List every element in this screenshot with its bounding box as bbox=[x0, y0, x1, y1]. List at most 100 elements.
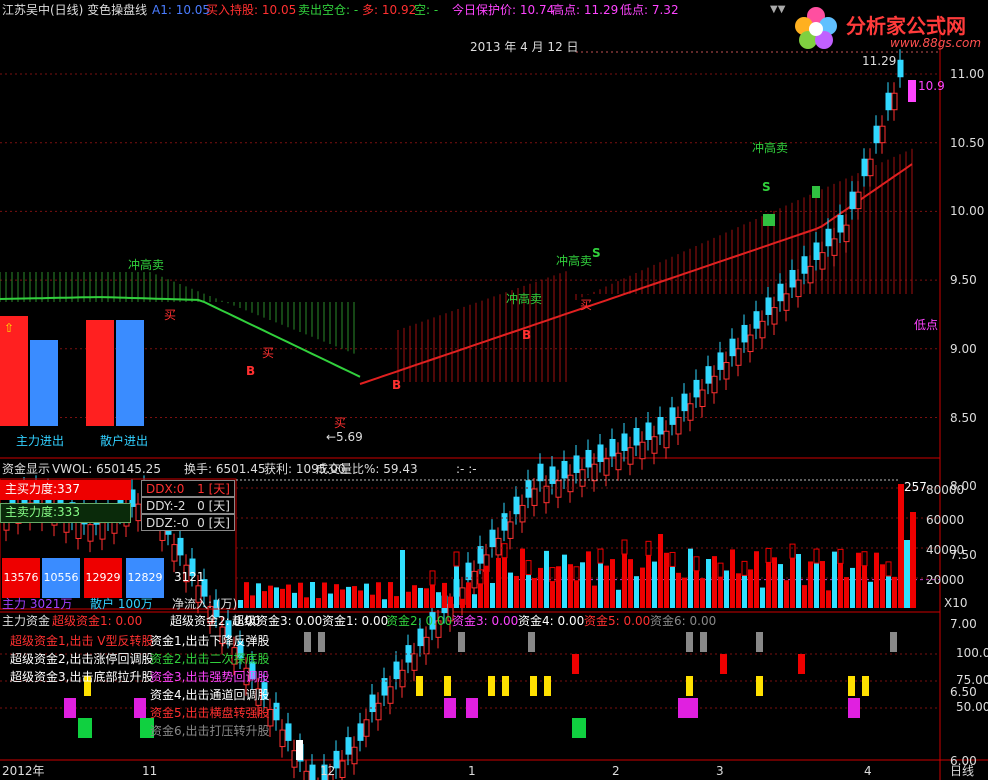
logo-brand: 分析家公式网 bbox=[846, 14, 966, 38]
volume-bar bbox=[562, 554, 567, 608]
candle-body bbox=[477, 546, 484, 564]
fund-header-item: 超级资金1: 0.00 bbox=[52, 614, 143, 628]
net-inflow-label: 净流入: (万) bbox=[172, 597, 238, 611]
volume-bar bbox=[316, 598, 321, 608]
fund-tick: 50.00 bbox=[956, 700, 988, 714]
fund-signal-block bbox=[444, 698, 456, 718]
volume-bar bbox=[682, 577, 687, 608]
period-label[interactable]: 日线 bbox=[950, 764, 974, 778]
volume-bar bbox=[544, 550, 549, 608]
volume-outline bbox=[837, 548, 844, 564]
candle-body bbox=[789, 269, 796, 288]
volume-bar bbox=[322, 582, 327, 608]
signal-label: 冲高卖 bbox=[752, 141, 789, 155]
fund-legend-left: 超级资金2,出击涨停回调股 bbox=[10, 652, 154, 666]
volume-outline bbox=[621, 539, 628, 555]
volume-bar bbox=[838, 563, 843, 608]
fund-signal-block bbox=[848, 676, 855, 696]
fund-signal-block bbox=[798, 654, 805, 674]
volume-outline bbox=[597, 548, 604, 564]
volume-tick: 80000 bbox=[926, 483, 965, 497]
volume-bar bbox=[244, 582, 249, 608]
price-tick: 11.00 bbox=[950, 67, 985, 81]
fund-signal-block bbox=[848, 698, 860, 718]
header-item: 高点: 11.29 bbox=[552, 3, 619, 17]
retail-sell-flow: 12829 bbox=[126, 558, 164, 598]
volume-bar bbox=[340, 589, 345, 608]
header-item: 空: - bbox=[414, 3, 439, 17]
candle-body bbox=[357, 723, 364, 741]
fund-signal-block bbox=[572, 654, 579, 674]
signal-label: S bbox=[762, 180, 771, 194]
candle-body bbox=[693, 379, 700, 398]
candle-body bbox=[99, 522, 106, 540]
volume-bar bbox=[628, 559, 633, 608]
fund-signal-block bbox=[862, 676, 869, 696]
candle-body bbox=[657, 417, 664, 435]
candle-body bbox=[561, 460, 568, 479]
candle-body bbox=[501, 513, 508, 531]
signal-marker bbox=[763, 214, 775, 226]
volume-bar bbox=[652, 561, 657, 608]
candle-body bbox=[609, 438, 616, 457]
date-tick: 11 bbox=[142, 764, 158, 778]
ddx-box: DDX:0 1 [天] bbox=[141, 480, 235, 497]
fund-legend-right: 资金2,出击二次探底股 bbox=[150, 652, 270, 666]
volume-bar bbox=[376, 582, 381, 608]
ddz-days: 0 [天] bbox=[197, 516, 230, 530]
candle-body bbox=[87, 524, 94, 542]
volume-bar bbox=[670, 566, 675, 608]
candle-body bbox=[531, 488, 538, 506]
candle-body bbox=[417, 628, 424, 647]
fund-header-item: 资金4: 0.00 bbox=[518, 614, 585, 628]
candle-body bbox=[777, 283, 784, 302]
fund-signal-block bbox=[686, 632, 693, 652]
volume-bar bbox=[238, 600, 243, 608]
volume-bar bbox=[736, 573, 741, 608]
volume-bar bbox=[592, 585, 597, 608]
volume-bar bbox=[286, 584, 291, 608]
fund-tick: 75.00 bbox=[956, 673, 988, 687]
volume-bar bbox=[514, 575, 519, 608]
price-tick: 8.50 bbox=[950, 410, 977, 425]
signal-label: S bbox=[592, 246, 601, 260]
fund-legend-right: 资金5,出击横盘转强股 bbox=[150, 706, 270, 720]
volume-bar bbox=[310, 582, 315, 608]
candle-body bbox=[843, 224, 850, 243]
header-item: 卖出空仓: - bbox=[298, 3, 359, 17]
volume-bar bbox=[424, 588, 429, 608]
fund-signal-block bbox=[488, 676, 495, 696]
ddy-days: 0 [天] bbox=[197, 499, 230, 513]
candle-body bbox=[879, 125, 886, 144]
volume-outline bbox=[669, 551, 676, 567]
fund-header-item: 主力资金 bbox=[2, 614, 51, 628]
volume-outline bbox=[765, 547, 772, 563]
volume-bar bbox=[382, 599, 387, 608]
fund-signal-block bbox=[502, 676, 509, 696]
volume-bar bbox=[772, 557, 777, 608]
extra-value: :- :- bbox=[456, 462, 477, 476]
candle-body bbox=[471, 570, 478, 589]
signal-label: 买 bbox=[164, 308, 177, 322]
candle-body bbox=[387, 686, 394, 704]
price-tick: 9.50 bbox=[950, 273, 977, 288]
candle-body bbox=[537, 463, 544, 482]
candle-body bbox=[171, 544, 178, 562]
volume-bar bbox=[844, 577, 849, 608]
volume-bar bbox=[724, 570, 729, 608]
volume-bar bbox=[586, 551, 591, 608]
turnover-value: 换手: 6501.45 bbox=[184, 462, 266, 476]
chart-title: 江苏吴中(日线) 变色操盘线 bbox=[2, 3, 148, 17]
volume-bar bbox=[688, 548, 693, 608]
candle-body bbox=[849, 191, 856, 210]
candle-body bbox=[519, 504, 526, 523]
volume-bar bbox=[418, 587, 423, 608]
date-tick: 2012年 bbox=[2, 764, 45, 778]
volume-bar bbox=[706, 558, 711, 608]
volume-bar bbox=[262, 591, 267, 608]
retail-flow-label: 散户进出 bbox=[100, 434, 149, 448]
fund-signal-block bbox=[544, 676, 551, 696]
volume-bar bbox=[352, 586, 357, 608]
candle-body bbox=[393, 661, 400, 680]
volume-bar bbox=[832, 551, 837, 608]
